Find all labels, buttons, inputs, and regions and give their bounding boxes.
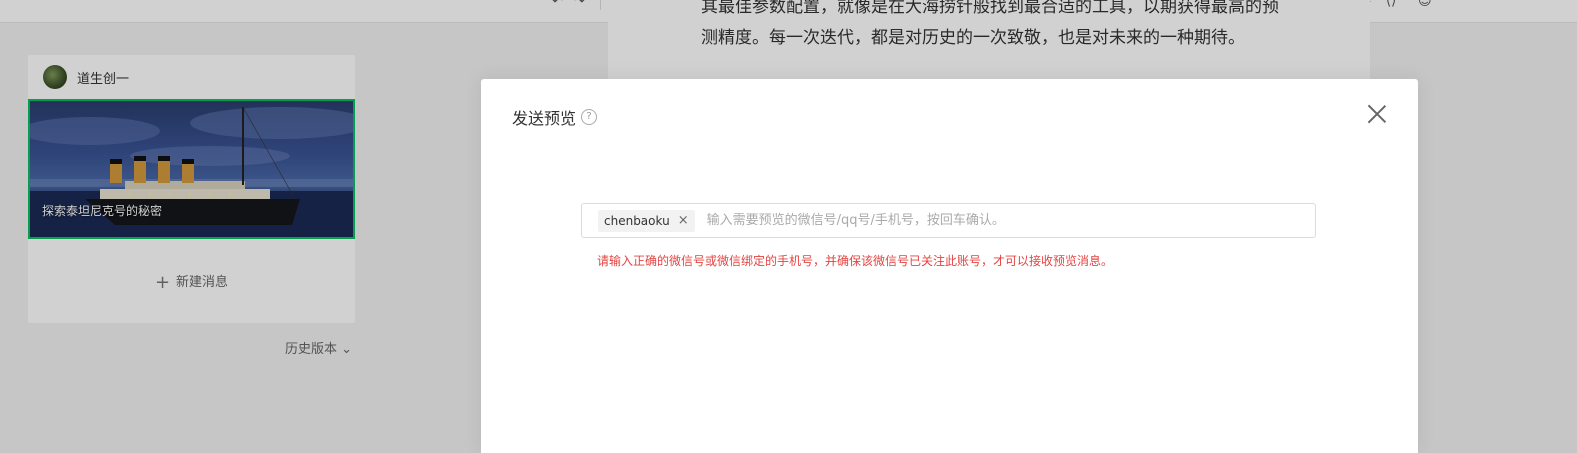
recipient-tag-label: chenbaoku [604, 213, 670, 228]
dialog-title: 发送预览 [512, 109, 577, 128]
recipient-input[interactable] [704, 207, 1269, 234]
dialog-title-row: 发送预览 ? [512, 105, 598, 129]
close-icon[interactable] [1367, 104, 1387, 124]
recipient-tag: chenbaoku × [598, 209, 695, 232]
error-message: 请输入正确的微信号或微信绑定的手机号，并确保该微信号已关注此账号，才可以接收预览… [597, 254, 1114, 268]
remove-tag-icon[interactable]: × [678, 213, 689, 228]
question-circle-icon[interactable]: ? [581, 109, 598, 125]
send-preview-dialog: 发送预览 ? chenbaoku × 请输入正确的微信号或微信绑定的手机号，并确… [481, 79, 1418, 453]
recipient-input-box[interactable]: chenbaoku × [581, 203, 1316, 238]
